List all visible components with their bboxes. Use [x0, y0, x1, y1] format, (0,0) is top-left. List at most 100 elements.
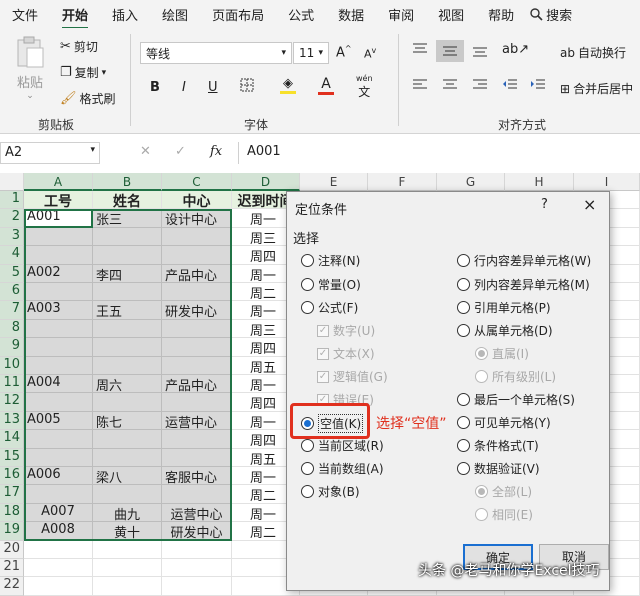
grid-cell[interactable]: A004 — [24, 375, 93, 394]
row-header[interactable]: 20 — [0, 540, 24, 559]
grid-cell[interactable] — [24, 338, 93, 357]
grid-cell[interactable] — [162, 430, 232, 449]
shrink-font-button[interactable]: Av — [364, 46, 376, 61]
menu-insert[interactable]: 插入 — [100, 5, 150, 24]
grid-cell[interactable] — [24, 485, 93, 504]
column-header[interactable]: C — [162, 173, 232, 191]
grid-cell[interactable] — [24, 577, 93, 596]
menu-review[interactable]: 审阅 — [376, 5, 426, 24]
cancel-entry-icon[interactable]: ✕ — [140, 144, 151, 159]
radio[interactable] — [457, 462, 470, 475]
radio[interactable] — [301, 301, 314, 314]
grid-cell[interactable]: A007 — [24, 503, 93, 523]
menu-draw[interactable]: 绘图 — [150, 5, 200, 24]
italic-button[interactable]: I — [182, 80, 186, 95]
row-header[interactable]: 12 — [0, 393, 24, 412]
option-data-validation[interactable]: 数据验证(V) — [457, 460, 540, 477]
option-precedents[interactable]: 引用单元格(P) — [457, 299, 551, 316]
grid-cell[interactable] — [162, 393, 232, 412]
row-header[interactable]: 17 — [0, 485, 24, 504]
grid-cell[interactable] — [162, 319, 232, 339]
row-header[interactable]: 5 — [0, 264, 24, 283]
paste-button[interactable]: 粘贴 ⌄ — [10, 36, 50, 101]
menu-formulas[interactable]: 公式 — [276, 5, 326, 24]
grid-cell[interactable] — [93, 485, 162, 504]
row-header[interactable]: 21 — [0, 559, 24, 578]
font-size-select[interactable]: 11 ▾ — [293, 42, 329, 64]
radio[interactable] — [301, 254, 314, 267]
search-box[interactable]: 搜索 — [526, 5, 584, 24]
grid-cell[interactable] — [162, 227, 232, 247]
grid-cell[interactable] — [162, 559, 232, 578]
radio[interactable] — [457, 254, 470, 267]
radio[interactable] — [301, 485, 314, 498]
row-header[interactable]: 22 — [0, 577, 24, 596]
grid-cell[interactable]: 黄十 — [93, 522, 162, 541]
grid-cell[interactable]: 姓名 — [93, 191, 162, 210]
grid-cell[interactable]: 客服中心 — [162, 467, 232, 486]
grid-cell[interactable]: A001 — [24, 209, 93, 228]
option-column-differences[interactable]: 列内容差异单元格(M) — [457, 276, 590, 293]
radio[interactable] — [457, 324, 470, 337]
grid-cell[interactable] — [93, 283, 162, 302]
row-header[interactable]: 19 — [0, 522, 24, 541]
grid-cell[interactable] — [24, 246, 93, 265]
grid-cell[interactable]: 周六 — [93, 375, 162, 394]
merge-center-button[interactable]: ⊞ 合并后居中 — [560, 80, 633, 97]
radio[interactable] — [457, 416, 470, 429]
grid-cell[interactable] — [162, 485, 232, 504]
grid-cell[interactable]: 研发中心 — [162, 522, 232, 541]
option-comments[interactable]: 注释(N) — [301, 252, 360, 269]
name-box[interactable]: A2 ▾ — [0, 142, 100, 164]
radio[interactable] — [301, 462, 314, 475]
font-color-button[interactable]: A — [318, 76, 334, 95]
grid-cell[interactable] — [24, 283, 93, 302]
grid-cell[interactable] — [93, 448, 162, 467]
column-header[interactable]: D — [232, 173, 300, 191]
option-constants[interactable]: 常量(O) — [301, 276, 361, 293]
column-header[interactable]: A — [24, 173, 93, 191]
grid-cell[interactable]: 李四 — [93, 264, 162, 283]
increase-indent-button[interactable] — [530, 78, 546, 96]
grid-cell[interactable] — [162, 283, 232, 302]
menu-data[interactable]: 数据 — [326, 5, 376, 24]
column-header[interactable]: I — [574, 173, 640, 191]
grid-cell[interactable] — [162, 356, 232, 375]
bold-button[interactable]: B — [150, 80, 160, 95]
close-icon[interactable]: × — [583, 195, 596, 214]
align-left-button[interactable] — [412, 78, 428, 96]
grow-font-button[interactable]: A^ — [336, 44, 352, 60]
radio[interactable] — [457, 278, 470, 291]
radio[interactable] — [457, 393, 470, 406]
row-header[interactable]: 9 — [0, 338, 24, 357]
grid-cell[interactable] — [24, 393, 93, 412]
menu-page-layout[interactable]: 页面布局 — [200, 5, 276, 24]
option-current-region[interactable]: 当前区域(R) — [301, 437, 384, 454]
orientation-button[interactable]: ab↗ — [502, 42, 529, 57]
row-header[interactable]: 8 — [0, 319, 24, 339]
grid-cell[interactable]: 运营中心 — [162, 411, 232, 431]
grid-cell[interactable] — [162, 448, 232, 467]
grid-cell[interactable] — [93, 338, 162, 357]
row-header[interactable]: 6 — [0, 283, 24, 302]
row-header[interactable]: 11 — [0, 375, 24, 394]
grid-cell[interactable] — [162, 246, 232, 265]
grid-cell[interactable]: 产品中心 — [162, 264, 232, 283]
option-dependents[interactable]: 从属单元格(D) — [457, 322, 553, 339]
decrease-indent-button[interactable] — [502, 78, 518, 96]
column-header[interactable]: F — [368, 173, 437, 191]
grid-cell[interactable] — [162, 540, 232, 559]
option-row-differences[interactable]: 行内容差异单元格(W) — [457, 252, 591, 269]
column-header[interactable]: G — [437, 173, 505, 191]
option-current-array[interactable]: 当前数组(A) — [301, 460, 384, 477]
grid-cell[interactable] — [24, 559, 93, 578]
option-objects[interactable]: 对象(B) — [301, 483, 360, 500]
grid-cell[interactable] — [93, 430, 162, 449]
grid-cell[interactable] — [93, 559, 162, 578]
row-header[interactable]: 18 — [0, 503, 24, 523]
row-header[interactable]: 16 — [0, 467, 24, 486]
grid-cell[interactable]: 设计中心 — [162, 209, 232, 228]
insert-function-icon[interactable]: fx — [210, 144, 222, 159]
column-header[interactable]: E — [300, 173, 368, 191]
radio[interactable] — [457, 301, 470, 314]
